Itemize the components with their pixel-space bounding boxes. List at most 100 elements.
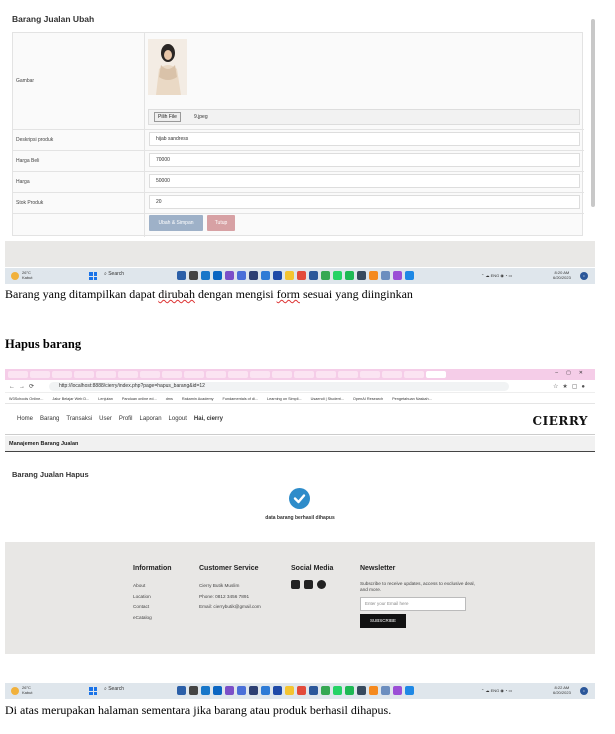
app-icon[interactable]: [405, 271, 414, 280]
taskbar-search[interactable]: ⌕ Search: [104, 271, 124, 277]
browser-tab-active[interactable]: [426, 371, 446, 378]
bookmark[interactable]: Jalur Belajar Web D...: [52, 397, 89, 401]
app-icon[interactable]: [285, 686, 294, 695]
url-input[interactable]: http://localhost:8888/cierry/index.php?p…: [49, 382, 509, 391]
notification-icon[interactable]: •: [580, 687, 588, 695]
bookmark[interactable]: dms: [166, 397, 173, 401]
browser-tab[interactable]: [8, 371, 28, 378]
window-controls[interactable]: –▢✕: [555, 370, 591, 376]
app-icon[interactable]: [357, 686, 366, 695]
app-icon[interactable]: [249, 271, 258, 280]
app-icon[interactable]: [369, 686, 378, 695]
app-icon[interactable]: [261, 686, 270, 695]
nav-laporan[interactable]: Laporan: [140, 416, 162, 422]
browser-tab[interactable]: [140, 371, 160, 378]
close-button[interactable]: Tutup: [207, 215, 235, 231]
system-tray[interactable]: ⌃ ☁ ENG ◉ ◔ ▭: [481, 688, 512, 693]
app-icon[interactable]: [309, 686, 318, 695]
clock[interactable]: 8:20 AM 6/20/2023: [553, 270, 571, 280]
email-input[interactable]: Enter your Email here: [360, 597, 466, 611]
browser-tab[interactable]: [96, 371, 116, 378]
browser-tab[interactable]: [74, 371, 94, 378]
app-icon[interactable]: [273, 686, 282, 695]
app-icon[interactable]: [309, 271, 318, 280]
browser-tab[interactable]: [228, 371, 248, 378]
browser-tab[interactable]: [206, 371, 226, 378]
bookmark[interactable]: Learning on Simpli...: [267, 397, 302, 401]
app-icon[interactable]: [369, 271, 378, 280]
bookmark[interactable]: Rakamin Academy: [182, 397, 214, 401]
app-icon[interactable]: [177, 271, 186, 280]
windows-start-icon[interactable]: [89, 272, 97, 280]
app-icon[interactable]: [321, 686, 330, 695]
windows-start-icon[interactable]: [89, 687, 97, 695]
app-icon[interactable]: [381, 686, 390, 695]
save-button[interactable]: Ubah & Simpan: [149, 215, 203, 231]
app-icon[interactable]: [393, 686, 402, 695]
app-icon[interactable]: [225, 271, 234, 280]
bookmark[interactable]: Panduan online ed...: [122, 397, 157, 401]
bookmark[interactable]: Lenjutan: [98, 397, 113, 401]
app-icon[interactable]: [393, 271, 402, 280]
app-icon[interactable]: [201, 271, 210, 280]
app-icon[interactable]: [189, 271, 198, 280]
browser-tab[interactable]: [294, 371, 314, 378]
weather-widget[interactable]: 26°C Kabut: [22, 270, 32, 280]
browser-tab[interactable]: [338, 371, 358, 378]
app-icon[interactable]: [273, 271, 282, 280]
app-icon[interactable]: [213, 271, 222, 280]
app-icon[interactable]: [189, 686, 198, 695]
browser-tab[interactable]: [250, 371, 270, 378]
price-input[interactable]: 50000: [149, 174, 580, 188]
system-tray[interactable]: ⌃ ☁ ENG ◉ ◔ ▭: [481, 273, 512, 278]
app-icon[interactable]: [237, 271, 246, 280]
app-icon[interactable]: [345, 271, 354, 280]
bookmark[interactable]: Fundamentals of di...: [223, 397, 258, 401]
browser-tab[interactable]: [118, 371, 138, 378]
subscribe-button[interactable]: SUBSCRIBE: [360, 614, 406, 628]
app-icon[interactable]: [333, 686, 342, 695]
stock-input[interactable]: 20: [149, 195, 580, 209]
browser-tab[interactable]: [404, 371, 424, 378]
browser-toolbar-icons[interactable]: ☆★▢●: [553, 383, 589, 390]
clock[interactable]: 8:22 AM 6/20/2023: [553, 685, 571, 695]
browser-tab[interactable]: [382, 371, 402, 378]
app-icon[interactable]: [225, 686, 234, 695]
app-icon[interactable]: [177, 686, 186, 695]
footer-link[interactable]: Contact: [133, 602, 172, 613]
nav-user[interactable]: User: [99, 416, 112, 422]
app-icon[interactable]: [297, 686, 306, 695]
app-icon[interactable]: [237, 686, 246, 695]
bookmark[interactable]: Pengetahuan Naskah...: [392, 397, 432, 401]
app-icon[interactable]: [285, 271, 294, 280]
bookmark[interactable]: W3Schools Online...: [9, 397, 43, 401]
nav-buttons[interactable]: ←→⟳: [9, 383, 38, 390]
twitter-icon[interactable]: [304, 580, 313, 589]
app-icon[interactable]: [249, 686, 258, 695]
browser-tab[interactable]: [360, 371, 380, 378]
weather-widget[interactable]: 26°C Kabut: [22, 685, 32, 695]
app-icon[interactable]: [333, 271, 342, 280]
scrollbar[interactable]: [591, 19, 595, 207]
app-icon[interactable]: [381, 271, 390, 280]
footer-link[interactable]: About: [133, 581, 172, 592]
bookmark[interactable]: OpenAI Research: [353, 397, 383, 401]
nav-barang[interactable]: Barang: [40, 416, 59, 422]
browser-tab[interactable]: [272, 371, 292, 378]
facebook-icon[interactable]: [317, 580, 326, 589]
taskbar-search[interactable]: ⌕ Search: [104, 686, 124, 692]
browser-tab[interactable]: [184, 371, 204, 378]
browser-tab[interactable]: [316, 371, 336, 378]
brand-logo[interactable]: CIERRY: [533, 414, 588, 428]
nav-home[interactable]: Home: [17, 416, 33, 422]
nav-profil[interactable]: Profil: [119, 416, 133, 422]
app-icon[interactable]: [201, 686, 210, 695]
browser-tab[interactable]: [30, 371, 50, 378]
browser-tab[interactable]: [162, 371, 182, 378]
browser-tab[interactable]: [52, 371, 72, 378]
app-icon[interactable]: [357, 271, 366, 280]
app-icon[interactable]: [321, 271, 330, 280]
app-icon[interactable]: [345, 686, 354, 695]
buy-price-input[interactable]: 70000: [149, 153, 580, 167]
footer-link[interactable]: Location: [133, 592, 172, 603]
